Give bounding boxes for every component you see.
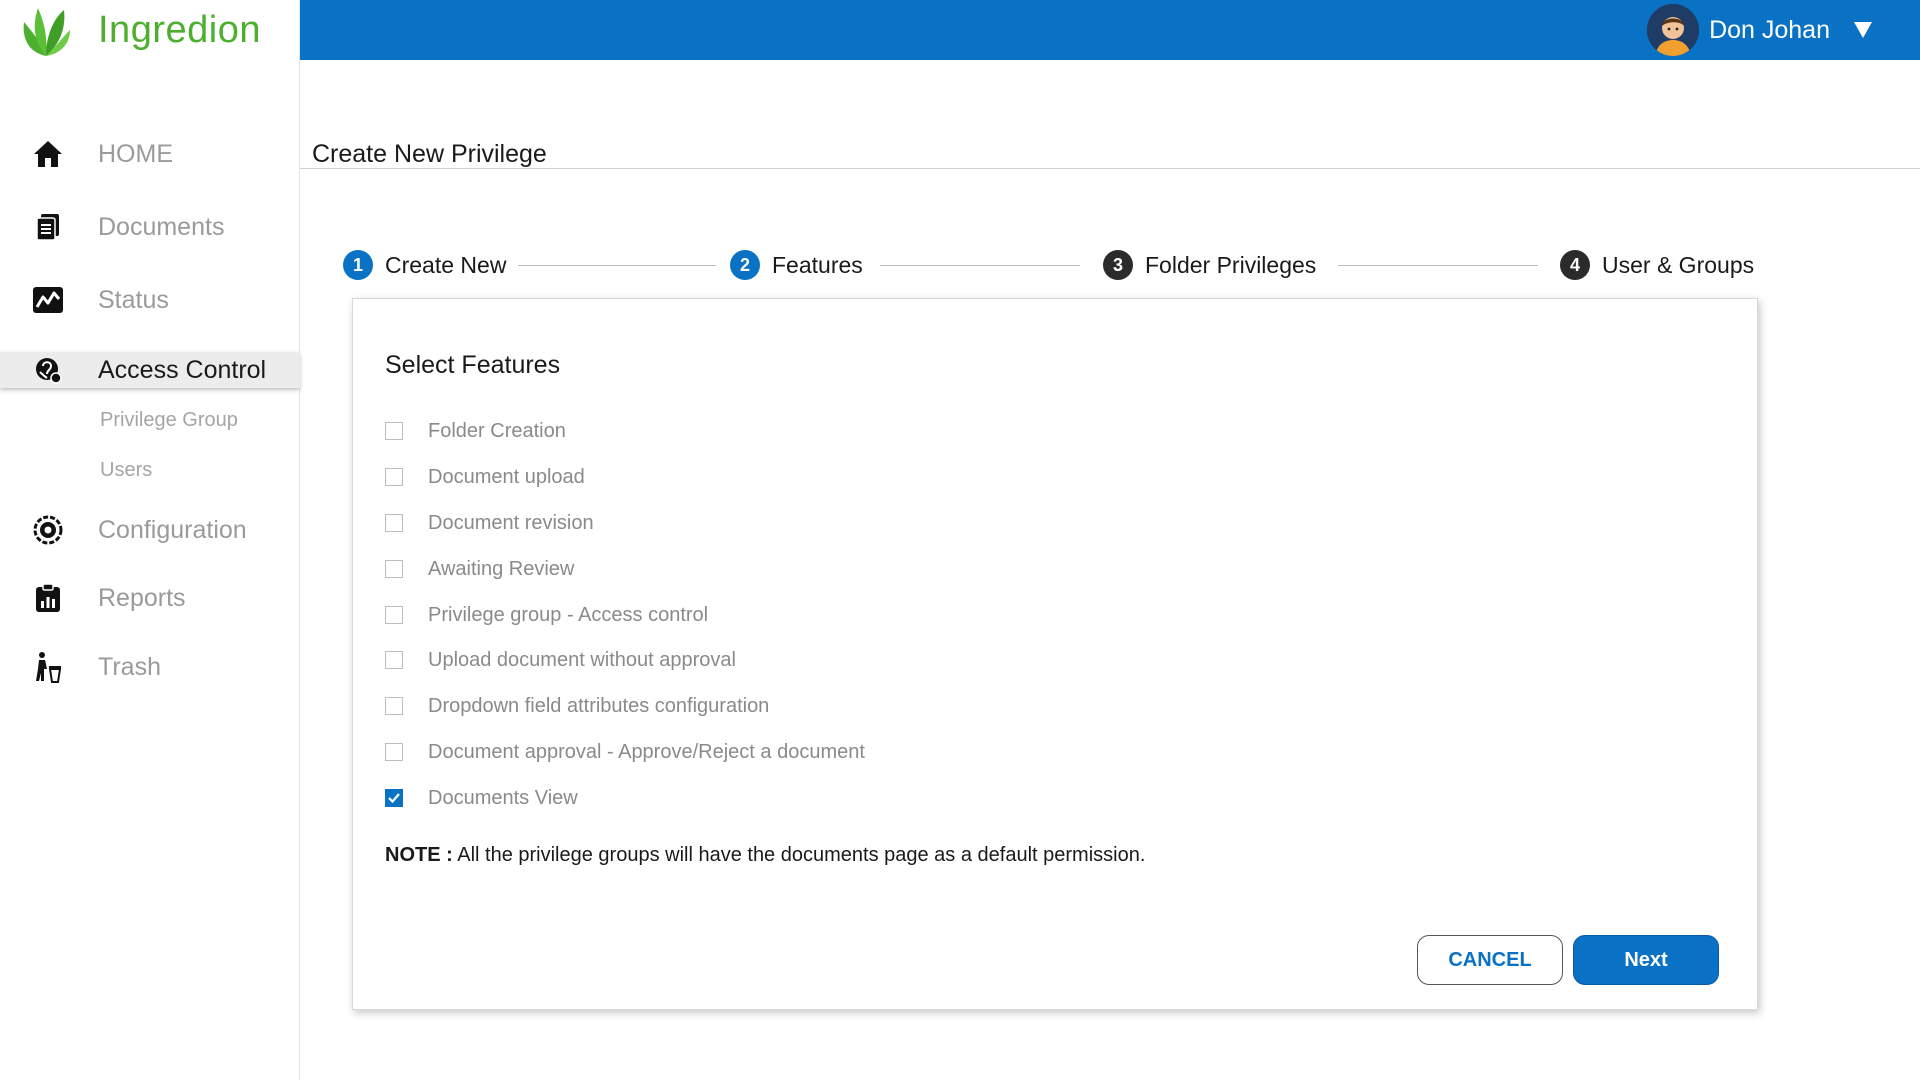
page-title: Create New Privilege bbox=[312, 140, 547, 168]
step-user-groups[interactable]: 4 User & Groups bbox=[1560, 249, 1754, 281]
step-number: 4 bbox=[1560, 250, 1590, 280]
note-text: All the privilege groups will have the d… bbox=[452, 844, 1146, 866]
step-label: Folder Privileges bbox=[1145, 251, 1317, 278]
sidebar-item-reports[interactable]: Reports bbox=[0, 576, 300, 620]
documents-icon bbox=[32, 211, 64, 243]
cancel-button[interactable]: CANCEL bbox=[1417, 935, 1563, 985]
checkbox[interactable] bbox=[385, 468, 403, 486]
checkbox[interactable] bbox=[385, 697, 403, 715]
step-label: User & Groups bbox=[1602, 251, 1755, 278]
sidebar-item-label: Trash bbox=[98, 652, 161, 681]
step-connector bbox=[518, 265, 716, 266]
step-label: Create New bbox=[385, 251, 507, 278]
user-menu[interactable]: Don Johan bbox=[1647, 0, 1872, 60]
sidebar-item-trash[interactable]: Trash bbox=[0, 645, 300, 689]
step-number: 3 bbox=[1103, 250, 1133, 280]
default-permission-note: NOTE : All the privilege groups will hav… bbox=[385, 844, 1145, 867]
checkmark-icon bbox=[388, 793, 400, 804]
sidebar-item-home[interactable]: HOME bbox=[0, 132, 300, 176]
note-label: NOTE : bbox=[385, 844, 453, 866]
feature-document-approval[interactable]: Document approval - Approve/Reject a doc… bbox=[385, 737, 865, 767]
card-title: Select Features bbox=[385, 351, 561, 379]
feature-label: Folder Creation bbox=[428, 419, 566, 442]
reports-icon bbox=[32, 582, 64, 614]
brand-logo[interactable]: Ingredion bbox=[18, 0, 261, 60]
checkbox[interactable] bbox=[385, 743, 403, 761]
sidebar-item-label: Access Control bbox=[98, 355, 267, 384]
access-control-icon bbox=[32, 354, 64, 386]
feature-upload-without-approval[interactable]: Upload document without approval bbox=[385, 645, 736, 675]
feature-label: Documents View bbox=[428, 786, 578, 809]
top-bar: Don Johan bbox=[300, 0, 1920, 60]
feature-label: Document revision bbox=[428, 511, 594, 534]
step-features[interactable]: 2 Features bbox=[730, 249, 863, 281]
trash-icon bbox=[32, 651, 64, 683]
feature-privilege-group-access-control[interactable]: Privilege group - Access control bbox=[385, 600, 708, 630]
sidebar-item-status[interactable]: Status bbox=[0, 278, 300, 322]
checkbox[interactable] bbox=[385, 560, 403, 578]
checkbox[interactable] bbox=[385, 514, 403, 532]
step-number: 2 bbox=[730, 250, 760, 280]
feature-label: Upload document without approval bbox=[428, 648, 736, 671]
user-name: Don Johan bbox=[1709, 15, 1830, 44]
home-icon bbox=[32, 138, 64, 170]
feature-folder-creation[interactable]: Folder Creation bbox=[385, 416, 566, 446]
feature-label: Document approval - Approve/Reject a doc… bbox=[428, 740, 865, 763]
step-label: Features bbox=[772, 251, 863, 278]
step-create-new[interactable]: 1 Create New bbox=[343, 249, 506, 281]
checkbox[interactable] bbox=[385, 651, 403, 669]
sidebar-item-access-control[interactable]: Access Control bbox=[0, 352, 300, 388]
step-connector bbox=[1338, 265, 1538, 266]
step-number: 1 bbox=[343, 250, 373, 280]
feature-document-upload[interactable]: Document upload bbox=[385, 462, 585, 492]
feature-dropdown-field-config[interactable]: Dropdown field attributes configuration bbox=[385, 691, 769, 721]
feature-awaiting-review[interactable]: Awaiting Review bbox=[385, 554, 574, 584]
checkbox[interactable] bbox=[385, 606, 403, 624]
feature-label: Dropdown field attributes configuration bbox=[428, 694, 770, 717]
user-avatar bbox=[1647, 4, 1700, 56]
caret-down-icon[interactable] bbox=[1854, 22, 1872, 38]
sidebar-item-label: Configuration bbox=[98, 515, 247, 544]
sidebar-subitem-users[interactable]: Users bbox=[100, 459, 152, 482]
sidebar-item-label: Reports bbox=[98, 583, 186, 612]
feature-label: Privilege group - Access control bbox=[428, 603, 709, 626]
sidebar-item-label: Status bbox=[98, 285, 169, 314]
feature-document-revision[interactable]: Document revision bbox=[385, 508, 594, 538]
step-folder-privileges[interactable]: 3 Folder Privileges bbox=[1103, 249, 1316, 281]
feature-label: Document upload bbox=[428, 465, 585, 488]
select-features-card: Select Features Folder Creation Document… bbox=[352, 298, 1758, 1010]
next-button[interactable]: Next bbox=[1573, 935, 1719, 985]
brand-name: Ingredion bbox=[98, 8, 261, 51]
configuration-icon bbox=[32, 514, 64, 546]
sidebar-item-configuration[interactable]: Configuration bbox=[0, 508, 300, 552]
checkbox-checked[interactable] bbox=[385, 789, 403, 807]
title-divider bbox=[300, 168, 1920, 169]
sidebar-item-label: Documents bbox=[98, 212, 225, 241]
sidebar-item-documents[interactable]: Documents bbox=[0, 205, 300, 249]
sidebar-item-label: HOME bbox=[98, 139, 173, 168]
sidebar: Ingredion HOME Documents Status Access C… bbox=[0, 0, 300, 1080]
feature-documents-view[interactable]: Documents View bbox=[385, 783, 578, 813]
sidebar-subitem-privilege-group[interactable]: Privilege Group bbox=[100, 409, 238, 432]
status-chart-icon bbox=[32, 284, 64, 316]
feature-label: Awaiting Review bbox=[428, 557, 575, 580]
step-connector bbox=[880, 265, 1080, 266]
checkbox[interactable] bbox=[385, 422, 403, 440]
ingredion-leaf-icon bbox=[23, 8, 70, 56]
